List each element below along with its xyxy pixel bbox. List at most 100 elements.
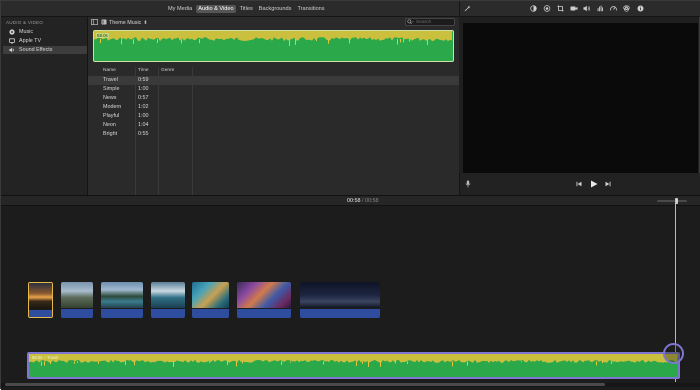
skip-back-icon[interactable] bbox=[576, 181, 582, 189]
list-row[interactable]: Simple 1:00 bbox=[88, 85, 459, 94]
list-row[interactable]: Modern 1:02 bbox=[88, 103, 459, 112]
clip-thumbnail bbox=[29, 283, 52, 309]
column-header-name[interactable]: Name bbox=[103, 68, 116, 73]
music-icon bbox=[9, 29, 15, 35]
row-time: 1:04 bbox=[138, 122, 149, 128]
timecode-display: 00:58 / 00:58 bbox=[347, 198, 379, 204]
zoom-slider[interactable] bbox=[657, 200, 687, 202]
library-sidebar: AUDIO & VIDEO Music Apple TV Sound Effec… bbox=[1, 17, 88, 195]
video-clip-city-lights[interactable] bbox=[237, 282, 291, 318]
clip-audio-strip bbox=[101, 309, 143, 318]
playback-controls bbox=[459, 173, 700, 195]
media-tabs: My Media Audio & Video Titles Background… bbox=[166, 5, 327, 13]
list-row[interactable]: Neon 1:04 bbox=[88, 121, 459, 130]
clip-audio-strip bbox=[300, 309, 380, 318]
list-header: Name Time Genre bbox=[88, 67, 459, 75]
search-placeholder: Search bbox=[416, 20, 431, 25]
media-browser-toolbar: My Media Audio & Video Titles Background… bbox=[1, 1, 459, 17]
clip-thumbnail bbox=[237, 282, 291, 308]
tab-backgrounds[interactable]: Backgrounds bbox=[257, 5, 294, 13]
video-clip-mountains[interactable] bbox=[61, 282, 93, 318]
clip-audio-strip bbox=[29, 310, 52, 318]
play-icon[interactable] bbox=[590, 180, 598, 190]
row-time: 0:57 bbox=[138, 95, 149, 101]
tab-titles[interactable]: Titles bbox=[238, 5, 255, 13]
video-clip-waves[interactable] bbox=[151, 282, 185, 318]
total-time: 00:58 bbox=[365, 198, 379, 204]
video-clip-lake[interactable] bbox=[101, 282, 143, 318]
list-row[interactable]: Bright 0:55 bbox=[88, 130, 459, 139]
current-time: 00:58 bbox=[347, 198, 361, 204]
clip-thumbnail bbox=[61, 282, 93, 308]
search-icon bbox=[407, 19, 414, 27]
row-time: 1:00 bbox=[138, 86, 149, 92]
list-row[interactable]: Playful 1:00 bbox=[88, 112, 459, 121]
clip-thumbnail bbox=[101, 282, 143, 308]
search-field[interactable]: Search bbox=[405, 18, 455, 26]
viewer-toolbar bbox=[459, 1, 700, 17]
row-name: Bright bbox=[103, 131, 117, 137]
crop-icon[interactable] bbox=[557, 5, 564, 14]
row-time: 0:55 bbox=[138, 131, 149, 137]
column-header-genre[interactable]: Genre bbox=[161, 68, 174, 73]
browser-header: Theme Music ⬍ Search bbox=[88, 17, 459, 28]
video-clip-sunset[interactable] bbox=[28, 282, 53, 318]
sidebar-section-header: AUDIO & VIDEO bbox=[6, 20, 43, 25]
sidebar-toggle-icon[interactable] bbox=[91, 19, 98, 27]
row-name: Modern bbox=[103, 104, 121, 110]
video-clip-reef[interactable] bbox=[192, 282, 229, 318]
speed-icon[interactable] bbox=[610, 5, 617, 14]
info-icon[interactable] bbox=[637, 5, 644, 14]
row-time: 1:00 bbox=[138, 113, 149, 119]
clip-audio-strip bbox=[151, 309, 185, 318]
scrollbar-thumb[interactable] bbox=[5, 383, 605, 386]
sidebar-item-music[interactable]: Music bbox=[3, 28, 87, 36]
sidebar-item-sound-effects[interactable]: Sound Effects bbox=[3, 46, 87, 54]
volume-icon[interactable] bbox=[583, 5, 591, 14]
speaker-icon bbox=[9, 47, 15, 53]
clip-audio-strip bbox=[61, 309, 93, 318]
tab-my-media[interactable]: My Media bbox=[166, 5, 194, 13]
microphone-icon[interactable] bbox=[465, 180, 471, 190]
tv-icon bbox=[9, 38, 15, 44]
video-clip-night-sky[interactable] bbox=[300, 282, 380, 318]
row-name: Neon bbox=[103, 122, 116, 128]
list-row[interactable]: Travel 0:59 bbox=[88, 76, 459, 85]
music-library-icon bbox=[101, 19, 107, 27]
source-label: Theme Music bbox=[109, 20, 141, 26]
list-row[interactable]: News 0:57 bbox=[88, 94, 459, 103]
row-name: Playful bbox=[103, 113, 119, 119]
row-name: News bbox=[103, 95, 116, 101]
tab-audio-video[interactable]: Audio & Video bbox=[196, 5, 235, 13]
row-time: 1:02 bbox=[138, 104, 149, 110]
noise-reduction-icon[interactable] bbox=[597, 5, 604, 14]
column-header-time[interactable]: Time bbox=[138, 68, 148, 73]
sidebar-item-label: Sound Effects bbox=[19, 47, 52, 53]
background-music-track[interactable]: 58.0s – Travel bbox=[27, 352, 680, 379]
track-waveform-graphic bbox=[29, 354, 678, 377]
row-name: Simple bbox=[103, 86, 119, 92]
row-time: 0:59 bbox=[138, 77, 149, 83]
row-name: Travel bbox=[103, 77, 118, 83]
video-viewer[interactable] bbox=[463, 23, 698, 173]
chevron-updown-icon: ⬍ bbox=[143, 20, 147, 26]
clip-thumbnail bbox=[300, 282, 380, 308]
sidebar-item-label: Apple TV bbox=[19, 38, 41, 44]
audio-preview-waveform[interactable]: 58.0s bbox=[93, 30, 454, 62]
media-browser: Theme Music ⬍ Search 58.0s Name Time Gen… bbox=[88, 17, 459, 195]
sidebar-item-apple-tv[interactable]: Apple TV bbox=[3, 37, 87, 45]
clip-thumbnail bbox=[192, 282, 229, 308]
clip-thumbnail bbox=[151, 282, 185, 308]
magic-wand-icon[interactable] bbox=[464, 5, 471, 14]
tab-transitions[interactable]: Transitions bbox=[295, 5, 326, 13]
color-correction-icon[interactable] bbox=[543, 5, 551, 14]
source-selector[interactable]: Theme Music ⬍ bbox=[101, 19, 148, 27]
clip-audio-strip bbox=[237, 309, 291, 318]
timeline-toolbar: 00:58 / 00:58 bbox=[1, 195, 700, 206]
clip-filter-icon[interactable] bbox=[623, 5, 630, 14]
color-balance-icon[interactable] bbox=[530, 5, 537, 14]
track-label: 58.0s – Travel bbox=[32, 355, 58, 360]
highlight-circle bbox=[663, 343, 684, 364]
stabilization-icon[interactable] bbox=[570, 5, 578, 14]
skip-forward-icon[interactable] bbox=[605, 181, 611, 189]
